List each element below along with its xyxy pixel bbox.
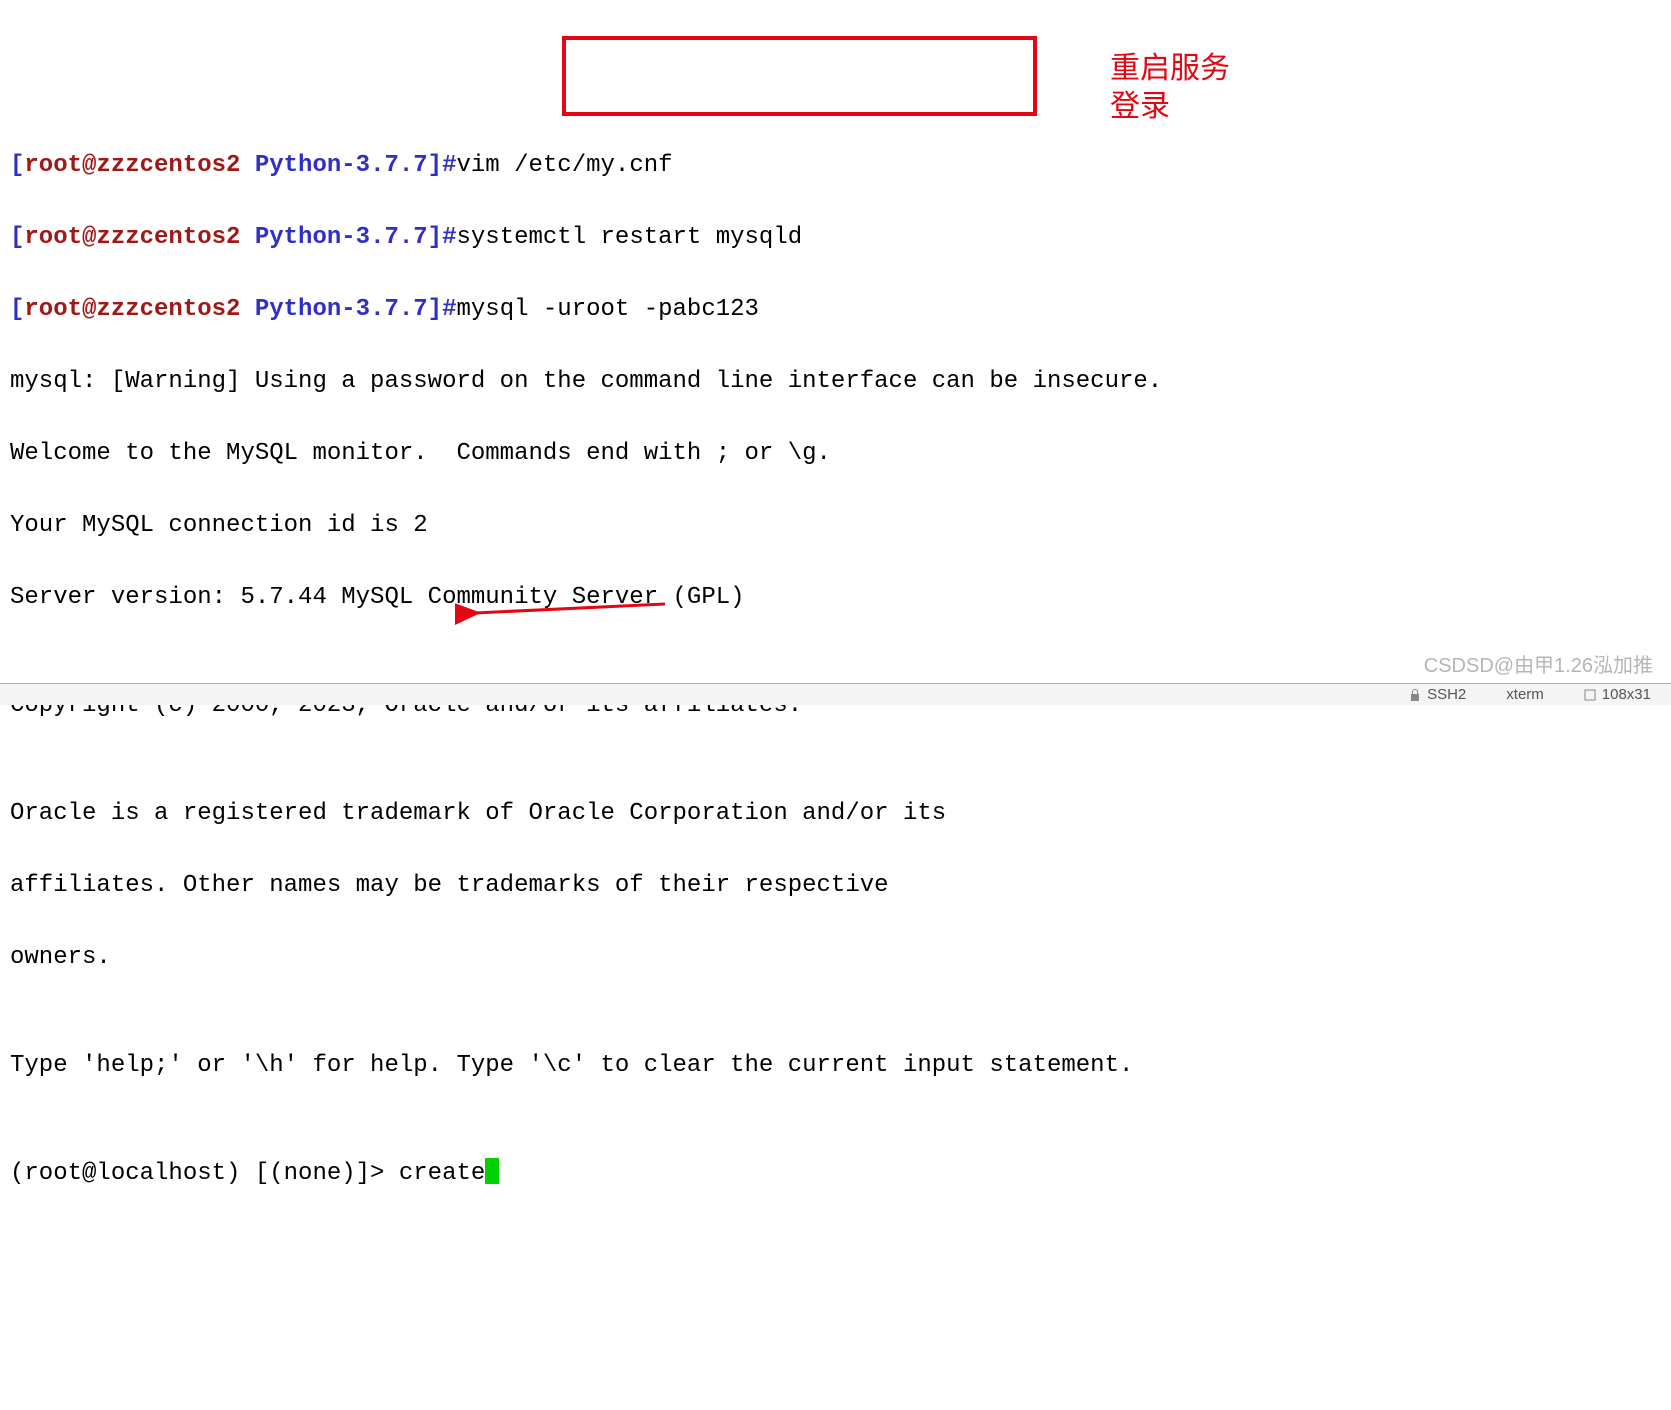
command-text: systemctl restart mysqld (456, 224, 802, 251)
prompt-dir: Python-3.7.7]# (255, 224, 457, 251)
mysql-prompt: (root@localhost) [(none)]> (10, 1160, 399, 1187)
command-text: mysql -uroot -pabc123 (456, 296, 758, 323)
status-term: xterm (1506, 684, 1544, 705)
status-protocol: SSH2 (1409, 684, 1466, 705)
output-line: Oracle is a registered trademark of Orac… (10, 796, 1661, 832)
annotation-arrow-icon (455, 590, 675, 630)
output-line: Welcome to the MySQL monitor. Commands e… (10, 436, 1661, 472)
prompt-user-host: root@zzzcentos2 (24, 296, 254, 323)
lock-icon (1409, 688, 1421, 702)
annotation-text-login: 登录 (1110, 84, 1170, 129)
command-text: vim /etc/my.cnf (456, 152, 672, 179)
cursor-icon (485, 1158, 499, 1184)
output-line: owners. (10, 940, 1661, 976)
mysql-prompt-line[interactable]: (root@localhost) [(none)]> create (10, 1156, 1661, 1192)
output-line: Your MySQL connection id is 2 (10, 508, 1661, 544)
status-size: 108x31 (1584, 684, 1651, 705)
terminal-line: [root@zzzcentos2 Python-3.7.7]#vim /etc/… (10, 148, 1661, 184)
terminal-line: [root@zzzcentos2 Python-3.7.7]#systemctl… (10, 220, 1661, 256)
prompt-bracket: [ (10, 296, 24, 323)
output-line: mysql: [Warning] Using a password on the… (10, 364, 1661, 400)
watermark-text: CSDSD@由甲1.26泓加推 (1424, 651, 1653, 681)
mysql-input-text: create (399, 1160, 485, 1187)
prompt-bracket: [ (10, 152, 24, 179)
prompt-bracket: [ (10, 224, 24, 251)
size-icon (1584, 689, 1596, 701)
output-line: Type 'help;' or '\h' for help. Type '\c'… (10, 1048, 1661, 1084)
prompt-dir: Python-3.7.7]# (255, 152, 457, 179)
prompt-user-host: root@zzzcentos2 (24, 152, 254, 179)
status-bar: SSH2 xterm 108x31 (0, 683, 1671, 705)
output-line: Server version: 5.7.44 MySQL Community S… (10, 580, 1661, 616)
prompt-dir: Python-3.7.7]# (255, 296, 457, 323)
annotation-highlight-box (562, 36, 1037, 116)
output-line: affiliates. Other names may be trademark… (10, 868, 1661, 904)
prompt-user-host: root@zzzcentos2 (24, 224, 254, 251)
terminal-line: [root@zzzcentos2 Python-3.7.7]#mysql -ur… (10, 292, 1661, 328)
